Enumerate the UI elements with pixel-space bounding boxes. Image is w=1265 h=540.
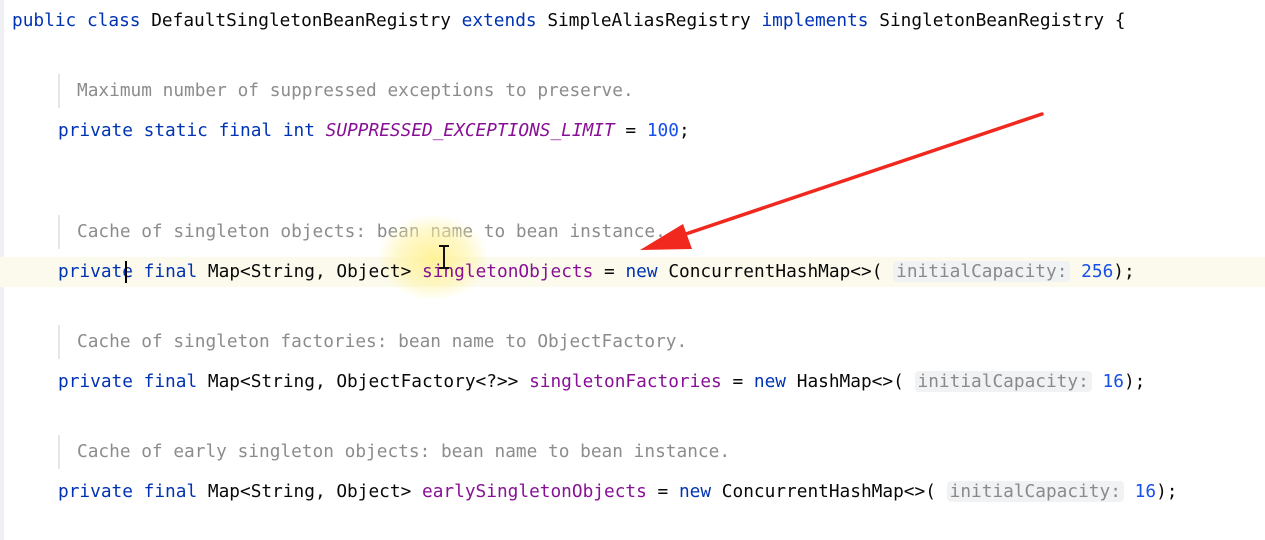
number-literal: 16: [1102, 371, 1124, 392]
modifier-final: final: [143, 261, 198, 282]
number-literal: 16: [1134, 481, 1157, 502]
close-paren: );: [1123, 371, 1146, 392]
field-name: earlySingletonObjects: [422, 481, 647, 502]
keyword: extends: [461, 10, 537, 31]
parameter-hint: initialCapacity:: [914, 371, 1092, 392]
parameter-hint: initialCapacity:: [946, 481, 1124, 502]
constructor-call: ConcurrentHashMap<>(: [668, 261, 883, 282]
type: Map<String, Object>: [207, 481, 412, 502]
doc-comment-text: Maximum number of suppressed exceptions …: [77, 80, 634, 101]
doc-comment[interactable]: Cache of singleton objects: bean name to…: [58, 215, 666, 249]
doc-comment-text: Cache of singleton factories: bean name …: [77, 331, 688, 352]
code-line-early-singleton-objects[interactable]: private final Map<String, Object> earlyS…: [58, 480, 1177, 504]
field-name: singletonObjects: [422, 261, 594, 282]
field-name: singletonFactories: [529, 371, 722, 392]
assign-op: =: [646, 481, 679, 502]
number-literal: 100: [646, 120, 679, 141]
red-arrow-icon: [640, 112, 1044, 250]
superclass-name: SimpleAliasRegistry: [547, 10, 751, 31]
code-line-singleton-objects[interactable]: private final Map<String, Object> single…: [58, 260, 1135, 284]
number-literal: 256: [1081, 261, 1114, 282]
keyword: class: [86, 10, 141, 31]
doc-comment[interactable]: Maximum number of suppressed exceptions …: [58, 74, 634, 108]
class-name: DefaultSingletonBeanRegistry: [151, 10, 451, 31]
keyword: implements: [761, 10, 869, 31]
code-line-singleton-factories[interactable]: private final Map<String, ObjectFactory<…: [58, 370, 1145, 394]
doc-comment[interactable]: Cache of early singleton objects: bean n…: [58, 435, 730, 469]
type: Map<String, Object>: [207, 261, 412, 282]
semicolon: ;: [678, 120, 690, 141]
keyword-new: new: [753, 371, 787, 392]
assign-op: =: [593, 261, 626, 282]
open-brace: {: [1114, 10, 1126, 31]
type: Map<String, ObjectFactory<?>>: [207, 371, 519, 392]
close-paren: );: [1113, 261, 1135, 282]
constructor-call: ConcurrentHashMap<>(: [721, 481, 936, 502]
assign-op: =: [721, 371, 754, 392]
keyword: public: [12, 10, 77, 31]
modifiers: private final: [58, 481, 198, 502]
modifier-private: private: [58, 261, 133, 282]
constructor-call: HashMap<>(: [796, 371, 904, 392]
parameter-hint: initialCapacity:: [893, 261, 1071, 282]
constant-name: SUPPRESSED_EXCEPTIONS_LIMIT: [325, 120, 615, 141]
class-declaration[interactable]: public class DefaultSingletonBeanRegistr…: [12, 9, 1125, 33]
keyword-new: new: [678, 481, 712, 502]
doc-comment-text: Cache of singleton objects: bean name to…: [77, 221, 666, 242]
keyword-new: new: [625, 261, 658, 282]
close-paren: );: [1156, 481, 1178, 502]
modifiers: private final: [58, 371, 198, 392]
cursor-highlight: [378, 215, 488, 300]
text-caret: [125, 261, 127, 283]
modifiers: private static final: [58, 120, 273, 141]
assign-op: =: [614, 120, 647, 141]
interface-name: SingletonBeanRegistry: [879, 10, 1105, 31]
type: int: [282, 120, 315, 141]
code-line-suppressed-limit[interactable]: private static final int SUPPRESSED_EXCE…: [58, 119, 690, 143]
doc-comment-text: Cache of early singleton objects: bean n…: [77, 441, 731, 462]
doc-comment[interactable]: Cache of singleton factories: bean name …: [58, 325, 687, 359]
